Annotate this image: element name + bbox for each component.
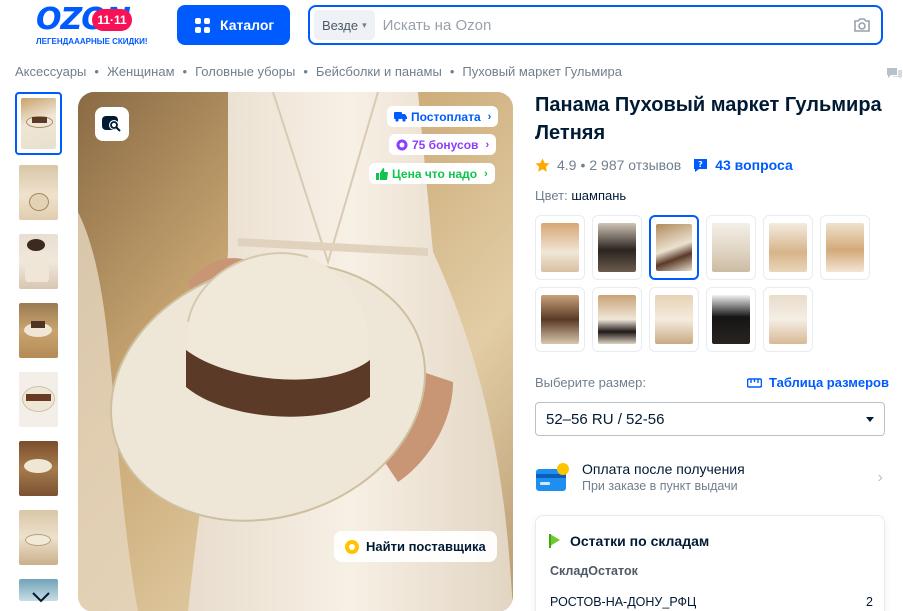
stock-columns: СкладОстаток bbox=[550, 564, 638, 578]
find-supplier-label: Найти поставщика bbox=[366, 539, 486, 554]
postpay-badge[interactable]: Постоплата › bbox=[387, 106, 499, 127]
chevron-right-icon: › bbox=[877, 469, 883, 486]
zoom-search-button[interactable] bbox=[95, 107, 129, 141]
bonus-icon bbox=[396, 139, 408, 150]
zoom-search-icon bbox=[102, 116, 121, 132]
color-row: Цвет: шампань bbox=[535, 188, 626, 203]
good-price-badge[interactable]: Цена что надо › bbox=[369, 163, 495, 184]
thumbnail-image[interactable] bbox=[15, 437, 62, 500]
good-price-label: Цена что надо bbox=[392, 166, 478, 181]
catalog-label: Каталог bbox=[220, 17, 275, 33]
color-swatch[interactable] bbox=[649, 287, 699, 352]
color-value: шампань bbox=[571, 188, 627, 203]
chat-icon[interactable] bbox=[886, 66, 903, 80]
thumbnail-image[interactable] bbox=[15, 230, 62, 293]
caret-down-icon bbox=[866, 416, 874, 422]
bonus-label: 75 бонусов bbox=[412, 137, 479, 152]
grid-icon bbox=[195, 17, 210, 33]
stock-row: РОСТОВ-НА-ДОНУ_РФЦ 2 bbox=[550, 595, 873, 609]
stock-qty: 2 bbox=[866, 595, 873, 609]
stock-header: Остатки по складам bbox=[549, 533, 709, 549]
thumbnail-image[interactable] bbox=[15, 299, 62, 362]
logo-sale-badge: 11·11 bbox=[92, 9, 132, 31]
color-swatch[interactable] bbox=[820, 215, 870, 280]
breadcrumb-item[interactable]: Головные уборы bbox=[195, 64, 295, 79]
color-swatch[interactable] bbox=[592, 215, 642, 280]
size-table-link[interactable]: Таблица размеров bbox=[747, 375, 889, 390]
color-swatch[interactable] bbox=[763, 287, 813, 352]
bonus-badge[interactable]: 75 бонусов › bbox=[389, 134, 497, 155]
svg-text:?: ? bbox=[698, 160, 703, 169]
breadcrumb-item[interactable]: Аксессуары bbox=[15, 64, 86, 79]
color-swatch[interactable] bbox=[706, 287, 756, 352]
logo-tagline: ЛЕГЕНДАААРНЫЕ СКИДКИ! bbox=[36, 37, 148, 46]
truck-icon bbox=[394, 112, 407, 122]
breadcrumb-item[interactable]: Пуховый маркет Гульмира bbox=[462, 64, 622, 79]
chevron-down-icon: ▾ bbox=[362, 19, 367, 30]
find-supplier-button[interactable]: Найти поставщика bbox=[334, 531, 497, 562]
postpay-title: Оплата после получения bbox=[582, 461, 745, 477]
stock-warehouse: РОСТОВ-НА-ДОНУ_РФЦ bbox=[550, 595, 697, 609]
search-input[interactable] bbox=[382, 16, 853, 34]
stock-card: Остатки по складам СкладОстаток РОСТОВ-Н… bbox=[535, 515, 885, 611]
breadcrumb-separator: • bbox=[94, 64, 99, 79]
thumbnail-image[interactable] bbox=[15, 368, 62, 431]
breadcrumb-item[interactable]: Женщинам bbox=[107, 64, 175, 79]
stock-col-remainder: Остаток bbox=[588, 564, 638, 578]
chevron-right-icon: › bbox=[487, 110, 492, 123]
postpay-info[interactable]: Оплата после получения При заказе в пунк… bbox=[535, 455, 885, 499]
flag-icon bbox=[549, 534, 560, 548]
color-swatch[interactable] bbox=[649, 215, 699, 280]
card-icon bbox=[536, 463, 569, 491]
size-label: Выберите размер: bbox=[535, 375, 646, 390]
thumb-up-icon bbox=[376, 167, 388, 180]
qa-icon: ? bbox=[694, 158, 708, 172]
size-select[interactable]: 52–56 RU / 52-56 bbox=[535, 402, 885, 436]
search-scope-select[interactable]: Везде ▾ bbox=[314, 10, 375, 40]
color-swatches bbox=[535, 215, 880, 352]
breadcrumb-separator: • bbox=[449, 64, 455, 79]
color-swatch[interactable] bbox=[535, 215, 585, 280]
color-swatch[interactable] bbox=[763, 215, 813, 280]
chevron-right-icon: › bbox=[485, 138, 490, 151]
color-swatch[interactable] bbox=[592, 287, 642, 352]
search-bar[interactable]: Везде ▾ bbox=[308, 5, 883, 45]
thumbnail-image[interactable] bbox=[15, 506, 62, 569]
breadcrumb-separator: • bbox=[303, 64, 308, 79]
color-swatch[interactable] bbox=[706, 215, 756, 280]
postpay-subtitle: При заказе в пункт выдачи bbox=[582, 479, 738, 493]
thumbnail-image[interactable] bbox=[15, 92, 62, 155]
stock-col-warehouse: Склад bbox=[550, 564, 589, 578]
color-label: Цвет: bbox=[535, 188, 568, 203]
thumbnail-image[interactable] bbox=[15, 161, 62, 224]
rating-separator: • bbox=[580, 157, 586, 173]
ozon-logo[interactable]: OZON 11·11 ЛЕГЕНДАААРНЫЕ СКИДКИ! bbox=[36, 4, 158, 48]
breadcrumb-separator: • bbox=[182, 64, 188, 79]
camera-icon[interactable] bbox=[853, 17, 871, 33]
thumbnail-strip bbox=[15, 92, 67, 611]
rating-row: 4.9 • 2 987 отзывов ? 43 вопроса bbox=[535, 157, 793, 173]
breadcrumb: Аксессуары • Женщинам • Головные уборы •… bbox=[15, 64, 622, 79]
stock-title: Остатки по складам bbox=[570, 533, 710, 549]
size-selected-value: 52–56 RU / 52-56 bbox=[546, 410, 665, 428]
chevron-right-icon: › bbox=[484, 167, 488, 180]
chevron-down-icon[interactable] bbox=[31, 590, 51, 604]
breadcrumb-item[interactable]: Бейсболки и панамы bbox=[316, 64, 442, 79]
star-icon bbox=[535, 158, 550, 172]
catalog-button[interactable]: Каталог bbox=[177, 5, 290, 45]
postpay-text: Оплата после получения При заказе в пунк… bbox=[582, 460, 745, 494]
supplier-icon bbox=[345, 539, 359, 554]
product-title: Панама Пуховый маркет Гульмира Летняя bbox=[535, 94, 882, 144]
size-table-label: Таблица размеров bbox=[769, 375, 889, 390]
color-swatch[interactable] bbox=[535, 287, 585, 352]
ruler-icon bbox=[747, 377, 762, 388]
rating-value: 4.9 bbox=[557, 157, 577, 173]
search-scope-label: Везде bbox=[322, 17, 359, 33]
questions-link[interactable]: 43 вопроса bbox=[715, 157, 793, 173]
reviews-link[interactable]: 2 987 отзывов bbox=[589, 157, 681, 173]
postpay-label: Постоплата bbox=[411, 109, 481, 124]
